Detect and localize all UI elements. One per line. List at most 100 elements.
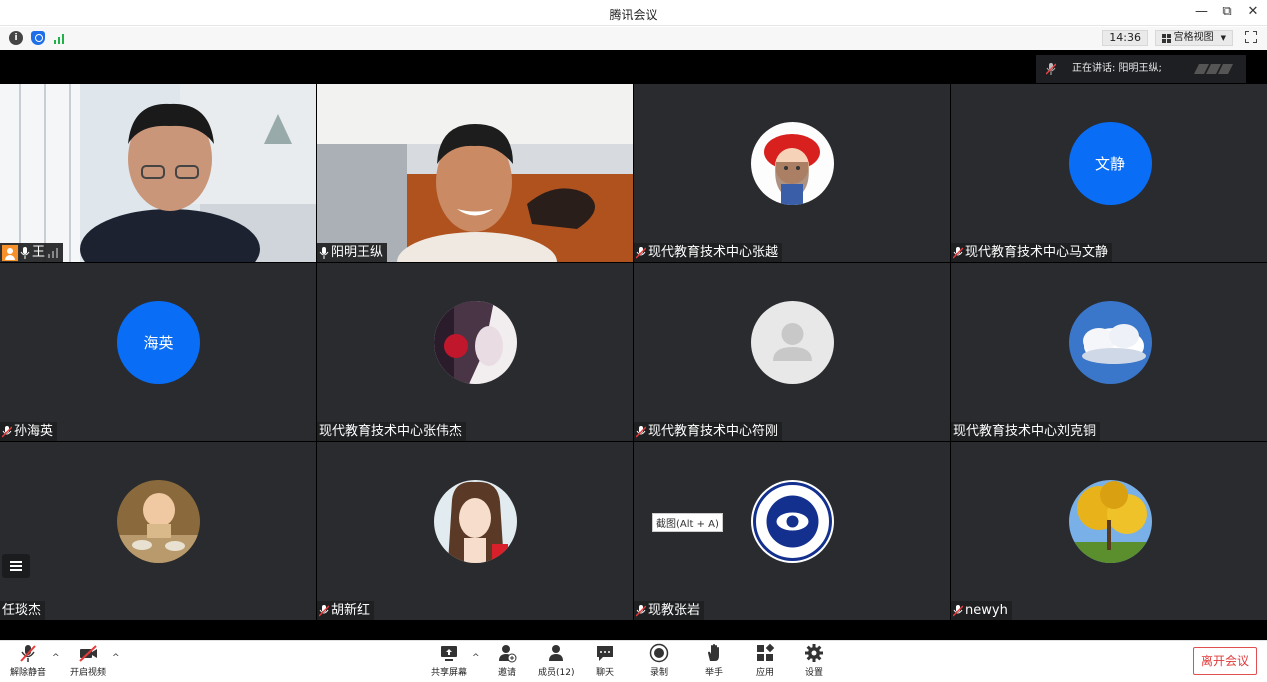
participant-tile[interactable]: 胡新红 [317,442,633,620]
share-options-caret[interactable]: ^ [472,653,480,663]
microphone-icon [1046,63,1056,75]
share-screen-icon [441,646,457,661]
video-feed [0,84,316,262]
participant-tile[interactable]: 阳明王纵 [317,84,633,262]
invite-button[interactable]: 邀请 [497,643,517,678]
participant-name: 现代教育技术中心马文静 [965,245,1109,260]
apps-button[interactable]: 应用 [755,643,775,678]
participant-name-tag: 现代教育技术中心刘克铜 [951,422,1101,441]
active-speaker-banner: 正在讲话: 阳明王纵; [1036,55,1246,83]
speaker-text: 正在讲话: 阳明王纵; [1072,63,1162,74]
host-icon [2,244,18,261]
fullscreen-icon[interactable] [1244,30,1258,44]
screenshot-tooltip: 截图(Alt + A) [652,513,723,532]
share-screen-button[interactable]: 共享屏幕 [431,643,467,678]
raise-hand-label: 举手 [704,668,723,678]
participant-name: 胡新红 [331,603,371,618]
members-icon [549,645,564,661]
participant-tile[interactable]: 任琰杰 [0,442,316,620]
shield-icon[interactable] [31,31,45,45]
view-mode-dropdown[interactable]: 宫格视图 ▼ [1154,30,1233,46]
microphone-icon [20,246,30,259]
microphone-muted-icon [953,246,963,259]
participant-name: newyh [965,603,1008,618]
participant-name-tag: newyh [951,601,1012,620]
gear-icon [805,644,823,662]
participant-list-toggle[interactable] [2,554,30,578]
default-avatar-icon [751,301,834,384]
chat-icon [597,646,613,661]
signal-icon [48,247,59,258]
participant-name-tag: 现代教育技术中心符刚 [634,422,783,441]
participant-name-tag: 现代教育技术中心张伟杰 [317,422,467,441]
microphone-muted-icon [20,645,36,662]
raise-hand-icon [708,644,719,661]
participant-tile[interactable]: 现代教育技术中心张越 [634,84,950,262]
participant-name: 现代教育技术中心张伟杰 [319,424,463,439]
signal-icon[interactable] [53,31,67,45]
participant-tile[interactable]: 文静 现代教育技术中心马文静 [951,84,1267,262]
avatar [751,122,834,205]
avatar [434,301,517,384]
microphone-muted-icon [953,604,963,617]
chat-label: 聊天 [595,668,614,678]
grid-view-icon [1161,33,1171,43]
avatar [434,480,517,563]
participant-name-tag: 任琰杰 [0,601,46,620]
meeting-toolbar: i 14:36 宫格视图 ▼ [0,27,1267,50]
participant-tile[interactable]: 现代教育技术中心刘克铜 [951,263,1267,441]
meeting-controls-bar: 解除静音 ^ 开启视频 ^ 共享屏幕 ^ 邀请 成员(12) 聊天 录制 举手 … [0,640,1267,682]
unmute-label: 解除静音 [10,668,47,678]
view-mode-label: 宫格视图 [1173,32,1214,43]
participant-name: 阳明王纵 [331,245,384,260]
participant-tile[interactable]: newyh [951,442,1267,620]
info-icon[interactable]: i [9,31,23,45]
chevron-down-icon: ▼ [1220,34,1226,42]
invite-label: 邀请 [497,668,516,678]
avatar: 文静 [1068,122,1152,205]
unmute-button[interactable]: 解除静音 [10,643,46,678]
members-label: 成员(12) [538,668,575,678]
participant-name: 现代教育技术中心刘克铜 [953,424,1097,439]
camera-off-icon [79,645,97,662]
participant-tile[interactable]: 海英 孙海英 [0,263,316,441]
share-screen-label: 共享屏幕 [431,668,468,678]
participant-name: 现代教育技术中心符刚 [648,424,779,439]
participant-name: 王 [32,245,46,260]
audio-options-caret[interactable]: ^ [52,653,60,663]
settings-button[interactable]: 设置 [804,643,824,678]
chat-button[interactable]: 聊天 [595,643,615,678]
microphone-muted-icon [636,246,646,259]
microphone-muted-icon [2,425,12,438]
video-stage: 正在讲话: 阳明王纵; 王 阳明王纵 现代教育技术中心张越 文静 现代教育技术中… [0,50,1267,640]
microphone-muted-icon [636,425,646,438]
title-bar: 腾讯会议 — ⧉ ✕ [0,0,1267,26]
video-feed [317,84,633,262]
participant-tile[interactable]: 现代教育技术中心张伟杰 [317,263,633,441]
members-button[interactable]: 成员(12) [538,643,574,678]
close-button[interactable]: ✕ [1247,4,1259,20]
participant-name-tag: 现代教育技术中心张越 [634,243,783,262]
apps-icon [757,643,775,661]
minimize-button[interactable]: — [1195,4,1208,20]
leave-meeting-button[interactable]: 离开会议 [1193,647,1257,675]
raise-hand-button[interactable]: 举手 [704,643,724,678]
avatar [1068,301,1152,384]
microphone-muted-icon [636,604,646,617]
participant-tile[interactable]: 王 [0,84,316,262]
participant-grid: 王 阳明王纵 现代教育技术中心张越 文静 现代教育技术中心马文静 海英 孙海英 … [0,84,1267,620]
restore-button[interactable]: ⧉ [1221,4,1233,20]
avatar [1068,480,1152,563]
participant-name: 现教张岩 [648,603,701,618]
microphone-muted-icon [319,604,329,617]
settings-label: 设置 [804,668,823,678]
participant-tile[interactable]: 截图(Alt + A) 现教张岩 [634,442,950,620]
participant-name-tag: 现代教育技术中心马文静 [951,243,1113,262]
meeting-clock: 14:36 [1102,30,1148,46]
participant-tile[interactable]: 现代教育技术中心符刚 [634,263,950,441]
record-button[interactable]: 录制 [649,643,669,678]
add-user-icon [499,645,517,663]
record-label: 录制 [649,668,668,678]
video-options-caret[interactable]: ^ [112,653,120,663]
start-video-button[interactable]: 开启视频 [70,643,106,678]
